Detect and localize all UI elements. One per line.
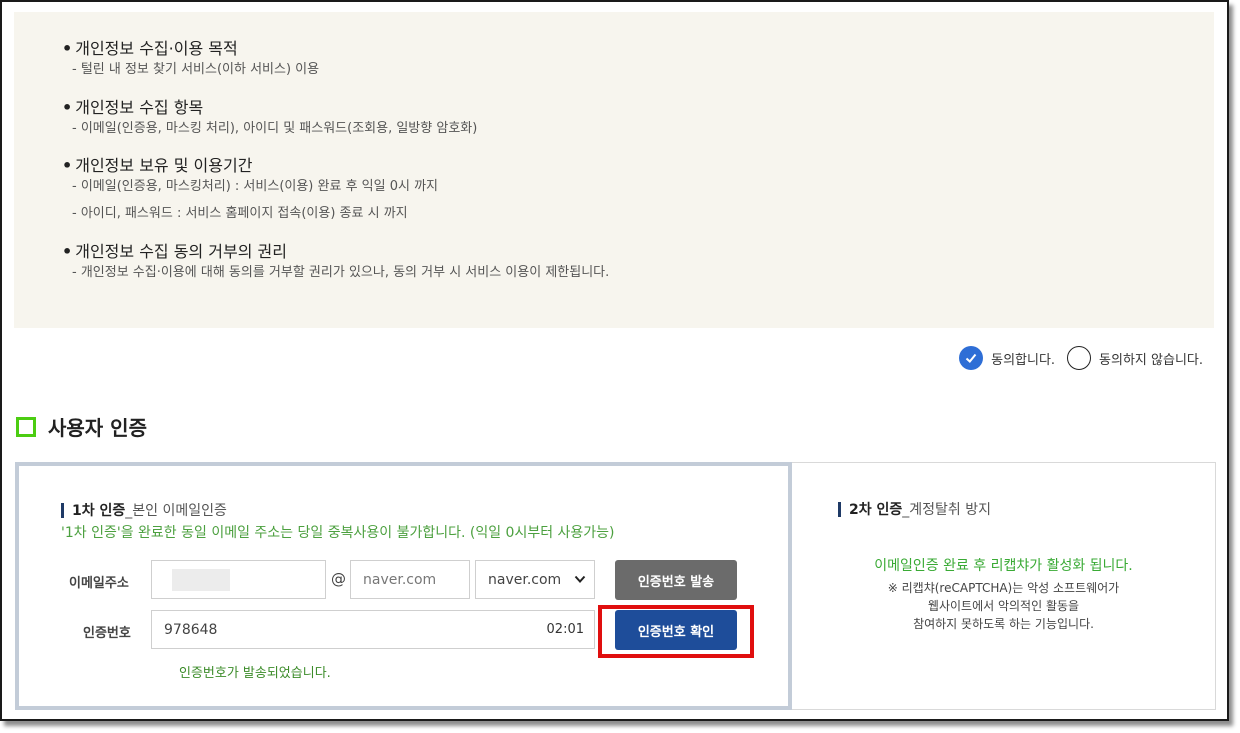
privacy-section-retention: • 개인정보 보유 및 이용기간 - 이메일(인증용, 마스킹처리) : 서비스(… [62, 155, 438, 224]
step2-title: 2차 인증 _계정탈취 방지 [838, 499, 991, 519]
agree-label[interactable]: 동의합니다. [991, 349, 1055, 368]
auth-heading: 사용자 인증 [16, 412, 147, 441]
privacy-info-box: • 개인정보 수집·이용 목적 - 털린 내 정보 찾기 서비스(이하 서비스) … [14, 12, 1214, 328]
section-line: - 개인정보 수집·이용에 대해 동의를 거부할 권리가 있으나, 동의 거부 … [72, 265, 610, 280]
section-title: 개인정보 수집·이용 목적 [75, 39, 238, 58]
recaptcha-description: ※ 리캡챠(reCAPTCHA)는 악성 소프트웨어가 웹사이트에서 악의적인 … [792, 579, 1215, 633]
privacy-section-rights: • 개인정보 수집 동의 거부의 권리 - 개인정보 수집·이용에 대해 동의를 … [62, 241, 609, 283]
email-label: 이메일주소 [69, 576, 129, 591]
agree-option[interactable]: 동의합니다. [959, 346, 1055, 370]
email-domain-input[interactable]: naver.com [350, 560, 470, 599]
desc-line: 참여하지 못하도록 하는 기능입니다. [913, 617, 1094, 631]
desc-line: 웹사이트에서 악의적인 활동을 [927, 599, 1080, 613]
email-id-input[interactable] [151, 560, 326, 599]
section-title: 개인정보 수집 동의 거부의 권리 [75, 242, 287, 261]
bullet-icon: • [62, 98, 73, 117]
step2-title-rest: _계정탈취 방지 [902, 502, 991, 518]
title-bar-icon [61, 502, 64, 518]
section-title: 개인정보 수집 항목 [75, 98, 204, 117]
bullet-icon: • [62, 156, 73, 175]
consent-radio-group: 동의합니다. 동의하지 않습니다. [947, 346, 1203, 370]
privacy-section-items: • 개인정보 수집 항목 - 이메일(인증용, 마스킹 처리), 아이디 및 패스… [62, 97, 477, 139]
section-title: 개인정보 보유 및 이용기간 [75, 156, 253, 175]
step1-notice: '1차 인증'을 완료한 동일 이메일 주소는 당일 중복사용이 불가합니다. … [61, 525, 615, 541]
desc-line: ※ 리캡챠(reCAPTCHA)는 악성 소프트웨어가 [887, 581, 1120, 595]
title-bar-icon [838, 501, 841, 517]
chevron-down-icon [574, 572, 586, 588]
code-value: 978648 [164, 621, 218, 638]
step1-title-rest: _본인 이메일인증 [125, 503, 227, 519]
code-label: 인증번호 [83, 626, 131, 641]
masked-email-value [172, 568, 230, 591]
step1-title-bold: 1차 인증 [72, 503, 126, 519]
code-input[interactable]: 978648 02:01 [151, 610, 595, 649]
section-line: - 이메일(인증용, 마스킹 처리), 아이디 및 패스워드(조회용, 일방향 … [72, 121, 478, 136]
confirm-code-button[interactable]: 인증번호 확인 [615, 610, 737, 650]
section-line: - 털린 내 정보 찾기 서비스(이하 서비스) 이용 [72, 62, 320, 77]
countdown-timer: 02:01 [546, 622, 584, 637]
email-domain-select[interactable]: naver.com [475, 560, 595, 599]
section-line: - 아이디, 패스워드 : 서비스 홈페이지 접속(이용) 종료 시 까지 [72, 206, 408, 221]
privacy-section-purpose: • 개인정보 수집·이용 목적 - 털린 내 정보 찾기 서비스(이하 서비스) … [62, 38, 319, 80]
disagree-option[interactable]: 동의하지 않습니다. [1067, 346, 1203, 370]
bullet-icon: • [62, 242, 73, 261]
code-sent-message: 인증번호가 발송되었습니다. [179, 666, 331, 681]
recaptcha-status-message: 이메일인증 완료 후 리캡챠가 활성화 됩니다. [874, 558, 1133, 574]
step1-title: 1차 인증 _본인 이메일인증 [61, 500, 227, 520]
radio-empty-icon[interactable] [1067, 346, 1092, 370]
step2-auth-panel: 2차 인증 _계정탈취 방지 이메일인증 완료 후 리캡챠가 활성화 됩니다. … [792, 462, 1216, 710]
step1-auth-panel: 1차 인증 _본인 이메일인증 '1차 인증'을 완료한 동일 이메일 주소는 … [15, 462, 792, 710]
bullet-icon: • [62, 39, 73, 58]
at-symbol: @ [331, 570, 346, 588]
checkmark-icon[interactable] [959, 346, 984, 370]
page-frame: • 개인정보 수집·이용 목적 - 털린 내 정보 찾기 서비스(이하 서비스) … [0, 0, 1229, 721]
square-icon [16, 416, 36, 437]
send-code-button[interactable]: 인증번호 발송 [615, 560, 737, 600]
disagree-label[interactable]: 동의하지 않습니다. [1099, 349, 1203, 368]
step2-title-bold: 2차 인증 [849, 502, 903, 518]
domain-select-value: naver.com [488, 571, 562, 588]
section-line: - 이메일(인증용, 마스킹처리) : 서비스(이용) 완료 후 익일 0시 까… [72, 179, 438, 194]
auth-title: 사용자 인증 [48, 416, 147, 440]
